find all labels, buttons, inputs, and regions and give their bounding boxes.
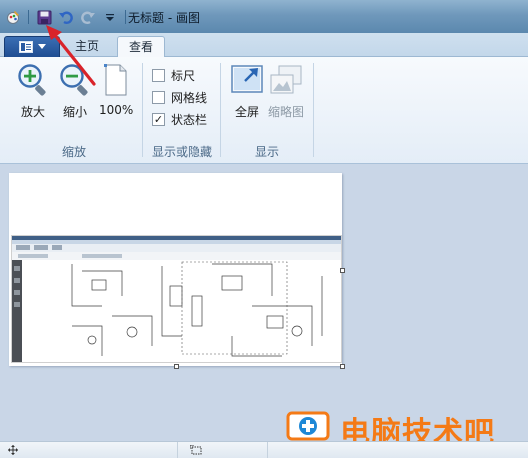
thumbnail-label: 缩略图 bbox=[268, 105, 305, 119]
toolbar-separator bbox=[125, 10, 126, 24]
fullscreen-label: 全屏 bbox=[234, 105, 259, 119]
canvas-workspace[interactable] bbox=[0, 164, 528, 441]
group-display-label: 显示 bbox=[254, 145, 279, 159]
window-title: 无标题 - 画图 bbox=[128, 11, 200, 25]
thumbnail-icon bbox=[269, 63, 303, 97]
resize-handle-right[interactable] bbox=[340, 268, 345, 273]
statusbar-checkbox-box[interactable]: ✓ bbox=[152, 113, 165, 126]
gridlines-checkbox[interactable]: 网格线 bbox=[152, 89, 207, 106]
actual-size-button[interactable]: 100% bbox=[99, 63, 133, 117]
resize-handle-bottom[interactable] bbox=[174, 364, 179, 369]
status-bar bbox=[0, 441, 528, 458]
group-show-hide-label: 显示或隐藏 bbox=[151, 145, 212, 159]
ruler-checkbox-box[interactable] bbox=[152, 69, 165, 82]
actual-size-label: 100% bbox=[99, 103, 134, 117]
thumbnail-button: 缩略图 bbox=[268, 63, 304, 120]
app-menu-icon bbox=[18, 41, 33, 53]
statusbar-label: 状态栏 bbox=[171, 113, 208, 127]
status-selection-size bbox=[178, 442, 268, 458]
ruler-label: 标尺 bbox=[171, 69, 196, 83]
group-separator bbox=[313, 63, 314, 157]
status-cursor-position bbox=[0, 442, 178, 458]
drawing-canvas[interactable] bbox=[9, 173, 345, 369]
cursor-position-icon bbox=[8, 445, 18, 455]
zoom-in-label: 放大 bbox=[20, 105, 45, 119]
app-icon[interactable] bbox=[4, 8, 22, 26]
fullscreen-button[interactable]: 全屏 bbox=[230, 63, 264, 120]
gridlines-checkbox-box[interactable] bbox=[152, 91, 165, 104]
selection-size-icon bbox=[190, 445, 202, 455]
resize-handle-corner[interactable] bbox=[340, 364, 345, 369]
check-mark-icon: ✓ bbox=[153, 113, 164, 126]
actual-size-icon bbox=[99, 63, 133, 97]
tab-view[interactable]: 查看 bbox=[117, 36, 166, 58]
statusbar-checkbox[interactable]: ✓ 状态栏 bbox=[152, 111, 207, 128]
toolbar-separator bbox=[28, 10, 29, 24]
fullscreen-icon bbox=[230, 63, 264, 97]
group-zoom-label: 缩放 bbox=[61, 145, 86, 159]
group-display: 全屏 缩略图 显示 bbox=[221, 57, 313, 163]
ruler-checkbox[interactable]: 标尺 bbox=[152, 67, 195, 84]
zoom-out-label: 缩小 bbox=[62, 105, 87, 119]
gridlines-label: 网格线 bbox=[171, 91, 208, 105]
pasted-screenshot-image bbox=[12, 236, 341, 362]
customize-dropdown-icon[interactable] bbox=[101, 8, 119, 26]
annotation-arrow bbox=[46, 25, 96, 86]
pasted-image[interactable] bbox=[11, 235, 342, 363]
